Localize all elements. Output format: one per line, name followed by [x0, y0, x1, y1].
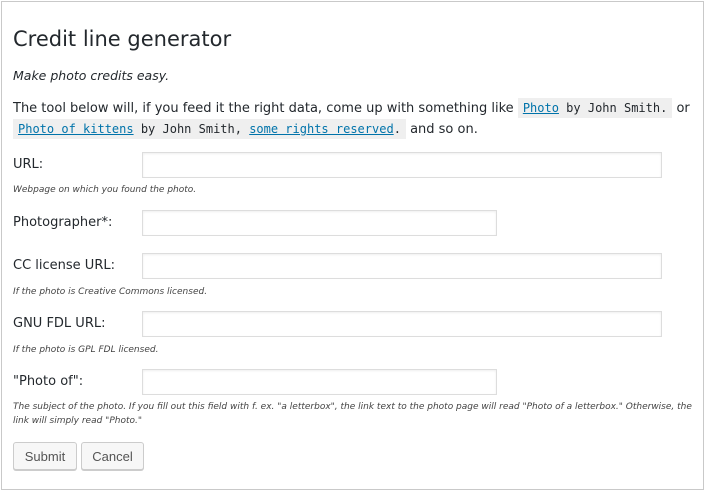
intro-after: and so on.: [410, 122, 478, 137]
submit-button[interactable]: Submit: [13, 442, 77, 470]
example-credit-2-mid: by John Smith,: [133, 122, 250, 136]
gnu-fdl-hint: If the photo is GPL FDL licensed.: [13, 345, 159, 355]
photographer-field[interactable]: [142, 210, 497, 236]
intro-text: The tool below will, if you feed it the …: [13, 98, 693, 140]
cc-license-label: CC license URL:: [13, 258, 115, 273]
photographer-label: Photographer*:: [13, 215, 113, 230]
photo-of-field[interactable]: [142, 369, 497, 395]
example-photo-link[interactable]: Photo: [523, 101, 559, 115]
dialog-title: Credit line generator: [13, 27, 232, 51]
cc-license-field[interactable]: [142, 253, 662, 279]
url-field[interactable]: [142, 152, 662, 178]
gnu-fdl-field[interactable]: [142, 311, 662, 337]
example-rights-link[interactable]: some rights reserved: [249, 122, 394, 136]
intro-before: The tool below will, if you feed it the …: [13, 101, 514, 116]
photo-of-label: "Photo of":: [13, 374, 84, 389]
photo-of-hint: The subject of the photo. If you fill ou…: [13, 402, 692, 426]
example-photo-of-kittens-link[interactable]: Photo of kittens: [18, 122, 134, 136]
url-hint: Webpage on which you found the photo.: [13, 185, 197, 195]
credit-line-dialog: Credit line generator Make photo credits…: [1, 1, 704, 490]
example-credit-1: Photo by John Smith.: [517, 98, 673, 118]
example-credit-1-rest: by John Smith.: [558, 101, 668, 115]
cancel-button[interactable]: Cancel: [81, 442, 144, 470]
cc-license-hint: If the photo is Creative Commons license…: [13, 287, 208, 297]
intro-or: or: [676, 101, 690, 116]
tagline: Make photo credits easy.: [13, 68, 170, 83]
example-credit-2: Photo of kittens by John Smith, some rig…: [13, 119, 406, 139]
url-label: URL:: [13, 157, 44, 172]
gnu-fdl-label: GNU FDL URL:: [13, 316, 106, 331]
example-credit-2-end: .: [393, 122, 401, 136]
